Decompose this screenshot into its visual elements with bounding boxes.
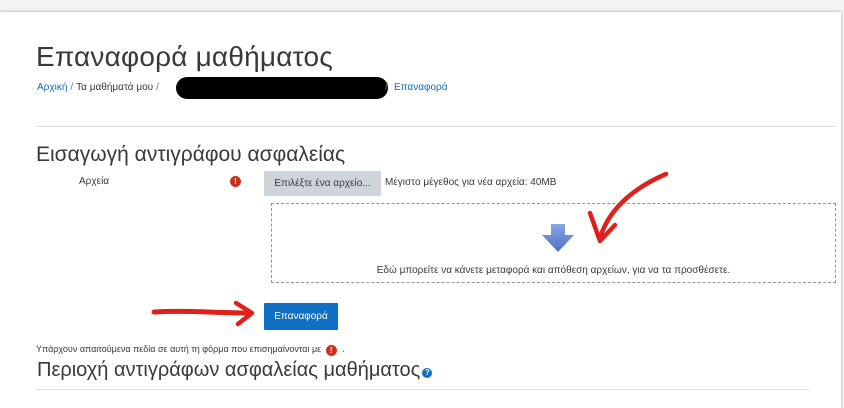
backup-area-title: Περιοχή αντιγράφων ασφαλείας μαθήματος? [37,359,433,382]
breadcrumb-separator: / [156,82,159,93]
breadcrumb-separator: / [385,82,388,93]
divider [36,126,836,127]
breadcrumb-restore-link[interactable]: Επαναφορά [394,82,448,93]
help-icon[interactable]: ? [422,368,433,378]
backup-area-title-text: Περιοχή αντιγράφων ασφαλείας μαθήματος [37,359,421,381]
required-icon: ! [325,345,337,356]
page-title: Επαναφορά μαθήματος [36,41,333,72]
max-size-text: Μέγιστο μέγεθος για νέα αρχεία: 40MB [385,177,557,188]
required-icon: ! [230,176,241,187]
redacted-course-name [176,77,388,99]
file-dropzone[interactable]: Εδώ μπορείτε να κάνετε μεταφορά και απόθ… [271,203,836,283]
required-note-suffix: . [342,344,345,354]
choose-file-button[interactable]: Επιλέξτε ένα αρχείο... [264,171,381,196]
import-section-title: Εισαγωγή αντιγράφου ασφαλείας [36,143,346,166]
breadcrumb-separator: / [70,82,74,93]
breadcrumb: Αρχική / Τα μαθήματά μου / [37,82,162,93]
required-fields-note: Υπάρχουν απαιτούμενα πεδία σε αυτή τη φό… [36,344,345,356]
down-arrow-icon [542,224,574,252]
required-note-text: Υπάρχουν απαιτούμενα πεδία σε αυτή τη φό… [36,344,322,354]
restore-button[interactable]: Επαναφορά [264,303,338,330]
breadcrumb-home-link[interactable]: Αρχική [37,82,67,93]
breadcrumb-my-courses: Τα μαθήματά μου [76,82,154,93]
breadcrumb-tail: Επαναφορά [384,82,448,93]
dropzone-text: Εδώ μπορείτε να κάνετε μεταφορά και απόθ… [376,265,731,276]
files-label: Αρχεία [79,176,110,187]
divider [36,389,810,390]
